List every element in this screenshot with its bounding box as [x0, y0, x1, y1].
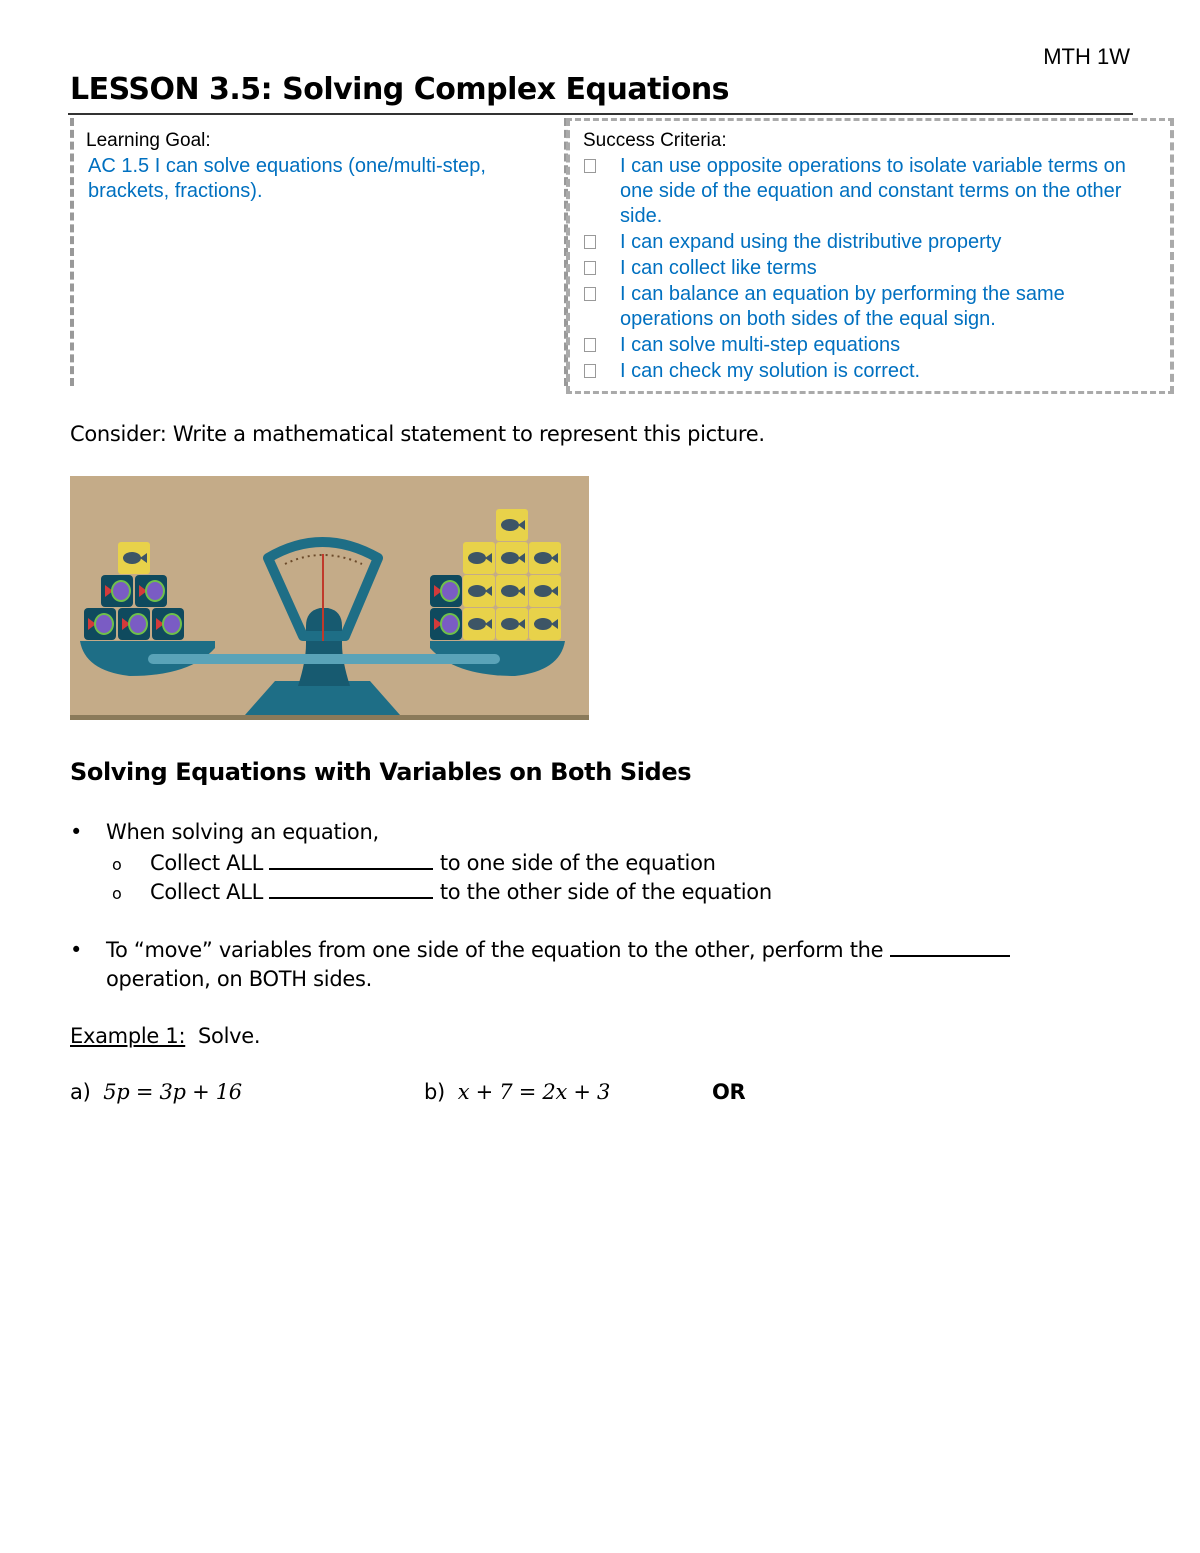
- right-pan-boxes: [430, 509, 561, 640]
- tropical-fish-icon: [128, 613, 148, 635]
- consider-prompt: Consider: Write a mathematical statement…: [70, 422, 765, 446]
- tropical-fish-icon: [111, 580, 131, 602]
- fish-icon: [468, 552, 486, 564]
- criteria-item: I can balance an equation by performing …: [580, 282, 1160, 332]
- sub-bullet-collect-1: o Collect ALL to one side of the equation: [112, 850, 716, 875]
- fill-in-blank[interactable]: [269, 850, 434, 870]
- criteria-item: I can expand using the distributive prop…: [580, 230, 1160, 255]
- fish-icon: [501, 585, 519, 597]
- scale-base: [245, 681, 400, 715]
- lesson-title: LESSON 3.5: Solving Complex Equations: [70, 72, 730, 107]
- title-divider: [68, 113, 1133, 115]
- left-pan-boxes: [84, 542, 184, 640]
- balance-scale-picture: [70, 476, 589, 720]
- learning-goal-label: Learning Goal:: [86, 130, 211, 151]
- circle-bullet-icon: o: [112, 884, 122, 903]
- checkbox-icon[interactable]: [584, 159, 596, 173]
- fill-in-blank[interactable]: [269, 879, 434, 899]
- learning-goal-text: AC 1.5 I can solve equations (one/multi-…: [88, 155, 486, 202]
- checkbox-icon[interactable]: [584, 338, 596, 352]
- or-label: OR: [712, 1080, 746, 1104]
- equation-a: 5p = 3p + 16: [103, 1080, 242, 1104]
- tropical-fish-icon: [94, 613, 114, 635]
- checkbox-icon[interactable]: [584, 261, 596, 275]
- fish-icon: [534, 618, 552, 630]
- bullet-icon: •: [70, 820, 83, 844]
- fish-icon: [501, 552, 519, 564]
- fish-icon: [123, 552, 141, 564]
- tropical-fish-icon: [440, 613, 460, 635]
- success-criteria-list: I can use opposite operations to isolate…: [580, 154, 1160, 385]
- bullet-icon: •: [70, 938, 83, 962]
- criteria-item: I can solve multi-step equations: [580, 333, 1160, 358]
- fish-icon: [501, 618, 519, 630]
- section-heading: Solving Equations with Variables on Both…: [70, 758, 692, 786]
- bullet-move-variables: • To “move” variables from one side of th…: [70, 936, 1110, 994]
- tropical-fish-icon: [162, 613, 182, 635]
- circle-bullet-icon: o: [112, 855, 122, 874]
- scale-beam: [148, 654, 500, 664]
- fish-icon: [501, 519, 519, 531]
- equation-b: x + 7 = 2x + 3: [457, 1080, 611, 1104]
- sub-bullet-collect-2: o Collect ALL to the other side of the eq…: [112, 879, 772, 904]
- fish-icon: [468, 585, 486, 597]
- fish-icon: [534, 552, 552, 564]
- example-a: a) 5p = 3p + 16: [70, 1080, 242, 1104]
- checkbox-icon[interactable]: [584, 364, 596, 378]
- success-criteria-label: Success Criteria:: [583, 130, 727, 151]
- criteria-item: I can use opposite operations to isolate…: [580, 154, 1160, 229]
- tropical-fish-icon: [440, 580, 460, 602]
- fish-icon: [468, 618, 486, 630]
- course-code: MTH 1W: [1043, 44, 1130, 69]
- example-b: b) x + 7 = 2x + 3: [424, 1080, 611, 1104]
- criteria-item: I can check my solution is correct.: [580, 359, 1160, 384]
- example-heading: Example 1: Solve.: [70, 1024, 261, 1048]
- tropical-fish-icon: [145, 580, 165, 602]
- fish-icon: [534, 585, 552, 597]
- criteria-item: I can collect like terms: [580, 256, 1160, 281]
- bullet-when-solving: • When solving an equation,: [70, 820, 379, 844]
- fill-in-blank[interactable]: [889, 937, 1010, 957]
- balance-scale-illustration: [80, 509, 565, 715]
- checkbox-icon[interactable]: [584, 287, 596, 301]
- checkbox-icon[interactable]: [584, 235, 596, 249]
